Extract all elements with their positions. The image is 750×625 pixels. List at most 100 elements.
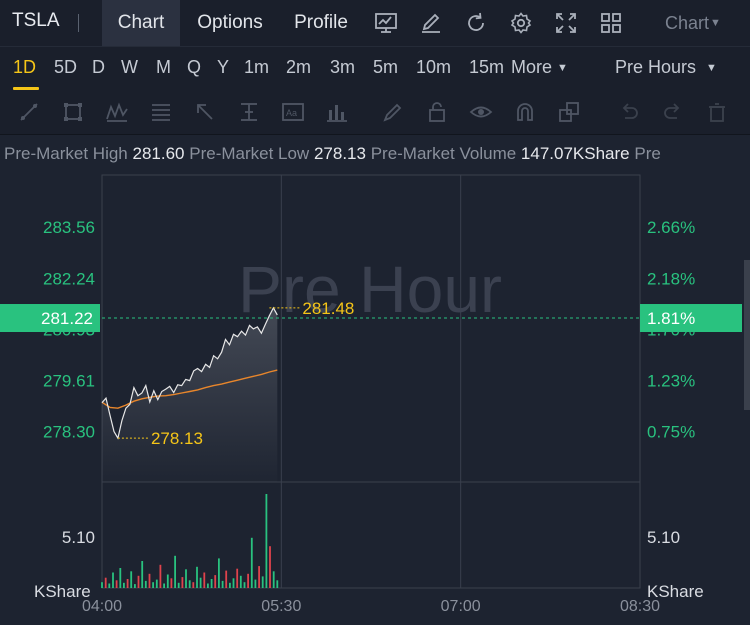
magnet-icon[interactable] <box>513 100 537 124</box>
session-dropdown[interactable]: Pre Hours ▼ <box>615 57 717 78</box>
volume-bar <box>229 582 231 588</box>
price-chart[interactable]: Pre Hour 283.56282.24280.93279.61278.30 … <box>0 170 750 625</box>
volume-bar <box>196 566 198 588</box>
period-m[interactable]: M <box>156 57 171 78</box>
pen-edit-icon[interactable] <box>419 11 443 35</box>
volume-bar <box>185 569 187 588</box>
tab-chart[interactable]: Chart <box>102 0 180 46</box>
volume-bar <box>199 577 202 588</box>
period-d[interactable]: D <box>92 57 105 78</box>
volume-bar <box>188 580 191 588</box>
stat-value: 281.60 <box>132 144 185 163</box>
trash-icon[interactable] <box>705 100 729 124</box>
volume-tick-right: 5.10 <box>647 528 680 547</box>
price-area <box>102 307 278 482</box>
chart-monitor-icon[interactable] <box>374 11 398 35</box>
active-period-underline <box>13 87 39 90</box>
grid-layout-icon[interactable] <box>599 11 623 35</box>
period-q[interactable]: Q <box>187 57 201 78</box>
volume-bar <box>269 546 271 588</box>
period-1d[interactable]: 1D <box>13 57 36 78</box>
volume-bar <box>210 579 213 588</box>
tab-profile[interactable]: Profile <box>282 0 360 46</box>
fullscreen-icon[interactable] <box>554 11 578 35</box>
volume-bar <box>137 575 140 588</box>
bar-pattern-icon[interactable] <box>325 100 349 124</box>
period-y[interactable]: Y <box>217 57 229 78</box>
volume-unit-left: KShare <box>34 582 91 601</box>
volume-bar <box>126 579 129 588</box>
chart-type-dropdown[interactable]: Chart▼ <box>665 13 721 34</box>
volume-bar <box>236 568 239 588</box>
tab-options[interactable]: Options <box>186 0 274 46</box>
volume-bar <box>221 580 224 588</box>
volume-bar <box>250 537 253 588</box>
low-label: 278.13 <box>151 429 203 448</box>
period-3m[interactable]: 3m <box>330 57 355 78</box>
volume-bar <box>174 555 176 588</box>
volume-bar <box>243 582 246 588</box>
volume-bar <box>214 575 217 588</box>
volume-bar <box>112 572 114 588</box>
y-tick-label: 282.24 <box>43 269 95 288</box>
volume-bar <box>144 580 147 588</box>
refresh-icon[interactable] <box>464 11 488 35</box>
volume-bar <box>134 584 136 588</box>
period-bar: 1D 5D D W M Q Y 1m 2m 3m 5m 10m 15m More… <box>0 46 750 93</box>
volume-bar <box>192 582 195 588</box>
y-tick-label: 283.56 <box>43 218 95 237</box>
divider <box>78 14 79 32</box>
plot-border <box>101 174 641 589</box>
more-periods-dropdown[interactable]: More ▼ <box>511 57 568 78</box>
gear-icon[interactable] <box>509 11 533 35</box>
top-toolbar: TSLA Chart Options Profile Chart▼ <box>0 0 750 46</box>
chart-grid <box>101 174 641 589</box>
brush-icon[interactable] <box>381 100 405 124</box>
volume-tick-left: 5.10 <box>62 528 95 547</box>
pattern-tool-icon[interactable] <box>105 100 129 124</box>
stat-value: 278.13 <box>313 144 366 163</box>
arrow-tool-icon[interactable] <box>193 100 217 124</box>
volume-bar <box>203 572 206 588</box>
volume-bar <box>254 579 257 588</box>
more-label: More <box>511 57 553 77</box>
percent-tick-label: 1.23% <box>647 372 695 391</box>
x-axis-labels: 04:00 05:30 07:00 08:30 <box>82 598 660 615</box>
caret-down-icon: ▼ <box>557 62 568 74</box>
scrollbar-thumb[interactable] <box>744 260 750 410</box>
period-5m[interactable]: 5m <box>373 57 398 78</box>
text-tool-icon[interactable]: Aa <box>281 100 305 124</box>
volume-bar <box>130 571 133 588</box>
volume-bar <box>261 576 264 588</box>
measure-tool-icon[interactable] <box>237 100 261 124</box>
line-tool-icon[interactable] <box>17 100 41 124</box>
period-1m[interactable]: 1m <box>244 57 269 78</box>
eye-icon[interactable] <box>469 100 493 124</box>
period-w[interactable]: W <box>121 57 138 78</box>
stat-value: 147.07KShare <box>520 144 630 163</box>
period-10m[interactable]: 10m <box>416 57 451 78</box>
volume-bar <box>163 583 165 588</box>
period-5d[interactable]: 5D <box>54 57 77 78</box>
volume-bar <box>232 578 235 588</box>
period-2m[interactable]: 2m <box>286 57 311 78</box>
period-15m[interactable]: 15m <box>469 57 504 78</box>
redo-icon[interactable] <box>661 100 685 124</box>
volume-bar <box>166 574 169 588</box>
fibonacci-tool-icon[interactable] <box>149 100 173 124</box>
volume-bar <box>148 573 151 588</box>
volume-unit-right: KShare <box>647 582 704 601</box>
volume-bar <box>276 580 279 588</box>
undo-icon[interactable] <box>617 100 641 124</box>
lock-icon[interactable] <box>425 100 449 124</box>
volume-bar <box>141 561 144 588</box>
volume-bar <box>104 577 107 588</box>
layers-icon[interactable] <box>557 100 581 124</box>
volume-bar <box>207 583 209 588</box>
drawing-toolbar: Aa <box>0 92 750 135</box>
rectangle-tool-icon[interactable] <box>61 100 85 124</box>
volume-bar <box>218 558 220 588</box>
x-tick-label: 05:30 <box>261 598 301 615</box>
stat-label: Pre-Market Low <box>189 144 310 163</box>
volume-bar <box>119 568 122 588</box>
